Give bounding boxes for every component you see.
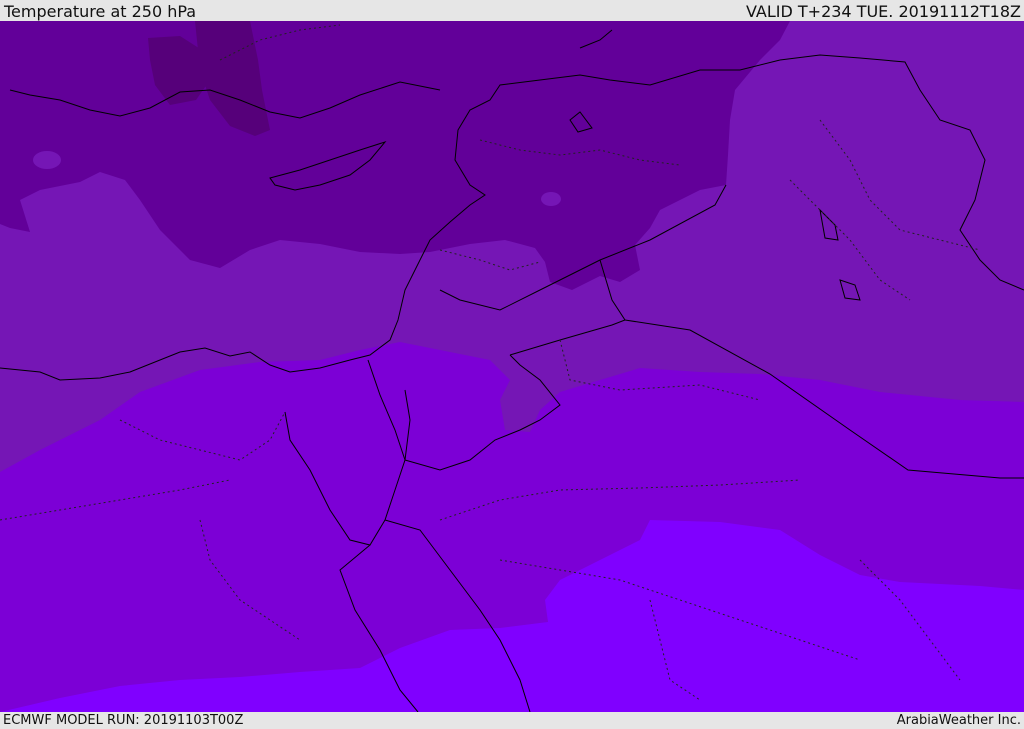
temperature-field: [0, 21, 1024, 712]
footer-bar: ECMWF MODEL RUN: 20191103T00Z ArabiaWeat…: [0, 712, 1024, 729]
credit-label: ArabiaWeather Inc.: [896, 713, 1021, 728]
warm-patch-2: [541, 192, 561, 206]
valid-time: VALID T+234 TUE. 20191112T18Z: [745, 2, 1021, 21]
warm-patch-1: [33, 151, 61, 169]
weather-map[interactable]: [0, 21, 1024, 712]
model-run-label: ECMWF MODEL RUN: 20191103T00Z: [3, 713, 244, 728]
map-title: Temperature at 250 hPa: [4, 2, 197, 21]
header-bar: Temperature at 250 hPa VALID T+234 TUE. …: [0, 0, 1024, 21]
